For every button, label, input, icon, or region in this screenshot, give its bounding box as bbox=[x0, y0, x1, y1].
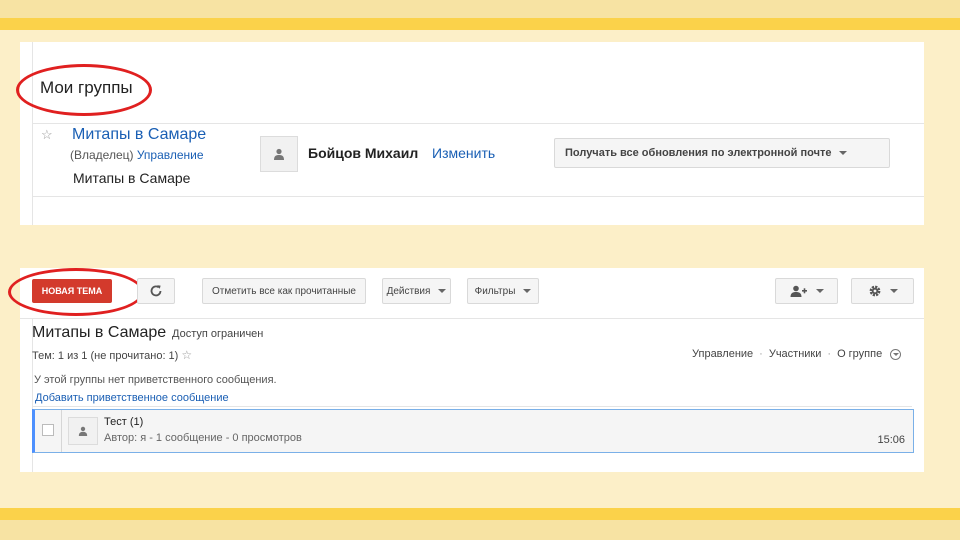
manage-link[interactable]: Управление bbox=[137, 148, 204, 162]
star-icon[interactable]: ☆ bbox=[41, 127, 53, 143]
access-status: Доступ ограничен bbox=[172, 328, 264, 340]
divider bbox=[32, 123, 924, 124]
add-member-icon bbox=[790, 285, 807, 297]
decor-stripe-top-gold bbox=[0, 18, 960, 30]
topic-title[interactable]: Тест (1) bbox=[104, 416, 143, 428]
caret-down-icon bbox=[839, 151, 848, 155]
caret-down-icon bbox=[889, 289, 898, 293]
divider bbox=[32, 196, 924, 197]
group-nav: Управление · Участники · О группе bbox=[692, 348, 902, 360]
add-welcome-row: Добавить приветственное сообщение bbox=[32, 391, 912, 407]
caret-down-icon bbox=[438, 289, 447, 293]
welcome-note: У этой группы нет приветственного сообще… bbox=[34, 374, 277, 386]
add-welcome-link[interactable]: Добавить приветственное сообщение bbox=[35, 392, 229, 404]
topics-count: Тем: 1 из 1 (не прочитано: 1) ☆ bbox=[32, 348, 192, 362]
group-topics-panel: НОВАЯ ТЕМА Отметить все как прочитанные … bbox=[8, 268, 924, 472]
nav-separator: · bbox=[759, 348, 763, 360]
group-title: Митапы в Самаре bbox=[32, 324, 167, 341]
person-icon bbox=[78, 426, 88, 436]
actions-label: Действия bbox=[386, 285, 431, 297]
star-icon[interactable]: ☆ bbox=[181, 348, 192, 362]
group-role: (Владелец) Управление bbox=[70, 148, 204, 162]
filters-dropdown[interactable]: Фильтры bbox=[467, 278, 539, 304]
avatar[interactable] bbox=[260, 136, 298, 172]
nav-about[interactable]: О группе bbox=[837, 348, 882, 360]
divider bbox=[61, 410, 62, 452]
owner-label: (Владелец) bbox=[70, 148, 134, 162]
nav-manage[interactable]: Управление bbox=[692, 348, 753, 360]
group-name-link[interactable]: Митапы в Самаре bbox=[72, 126, 206, 144]
new-topic-button[interactable]: НОВАЯ ТЕМА bbox=[32, 279, 112, 303]
avatar bbox=[68, 417, 98, 445]
caret-down-icon bbox=[815, 289, 824, 293]
user-name: Бойцов Михаил bbox=[308, 145, 419, 161]
decor-stripe-bottom-gold bbox=[0, 508, 960, 520]
mark-all-read-label: Отметить все как прочитанные bbox=[212, 285, 356, 297]
refresh-button[interactable] bbox=[137, 278, 175, 304]
edit-link[interactable]: Изменить bbox=[432, 145, 495, 161]
decor-stripe-top bbox=[0, 0, 960, 18]
topic-meta: Автор: я - 1 сообщение - 0 просмотров bbox=[104, 432, 302, 444]
collapse-icon[interactable] bbox=[890, 348, 902, 360]
settings-button[interactable] bbox=[851, 278, 914, 304]
person-icon bbox=[274, 148, 284, 160]
my-groups-panel: Мои группы ☆ Митапы в Самаре (Владелец) … bbox=[16, 42, 924, 225]
divider bbox=[32, 42, 33, 225]
row-checkbox[interactable] bbox=[42, 424, 54, 436]
actions-dropdown[interactable]: Действия bbox=[382, 278, 451, 304]
refresh-icon bbox=[150, 285, 162, 297]
notification-dropdown[interactable]: Получать все обновления по электронной п… bbox=[554, 138, 890, 168]
members-settings-button[interactable] bbox=[775, 278, 838, 304]
decor-stripe-bottom bbox=[0, 520, 960, 540]
table-row[interactable]: Тест (1) Автор: я - 1 сообщение - 0 прос… bbox=[32, 409, 914, 453]
divider bbox=[20, 318, 924, 319]
caret-down-icon bbox=[523, 289, 532, 293]
nav-members[interactable]: Участники bbox=[769, 348, 822, 360]
group-description: Митапы в Самаре bbox=[73, 170, 191, 186]
mark-all-read-button[interactable]: Отметить все как прочитанные bbox=[202, 278, 366, 304]
topics-count-text: Тем: 1 из 1 (не прочитано: 1) bbox=[32, 350, 179, 362]
nav-separator: · bbox=[827, 348, 832, 360]
notification-dropdown-label: Получать все обновления по электронной п… bbox=[565, 147, 832, 159]
gear-icon bbox=[869, 285, 880, 297]
highlight-oval bbox=[16, 64, 152, 116]
topic-time: 15:06 bbox=[877, 434, 905, 446]
filters-label: Фильтры bbox=[474, 285, 516, 297]
